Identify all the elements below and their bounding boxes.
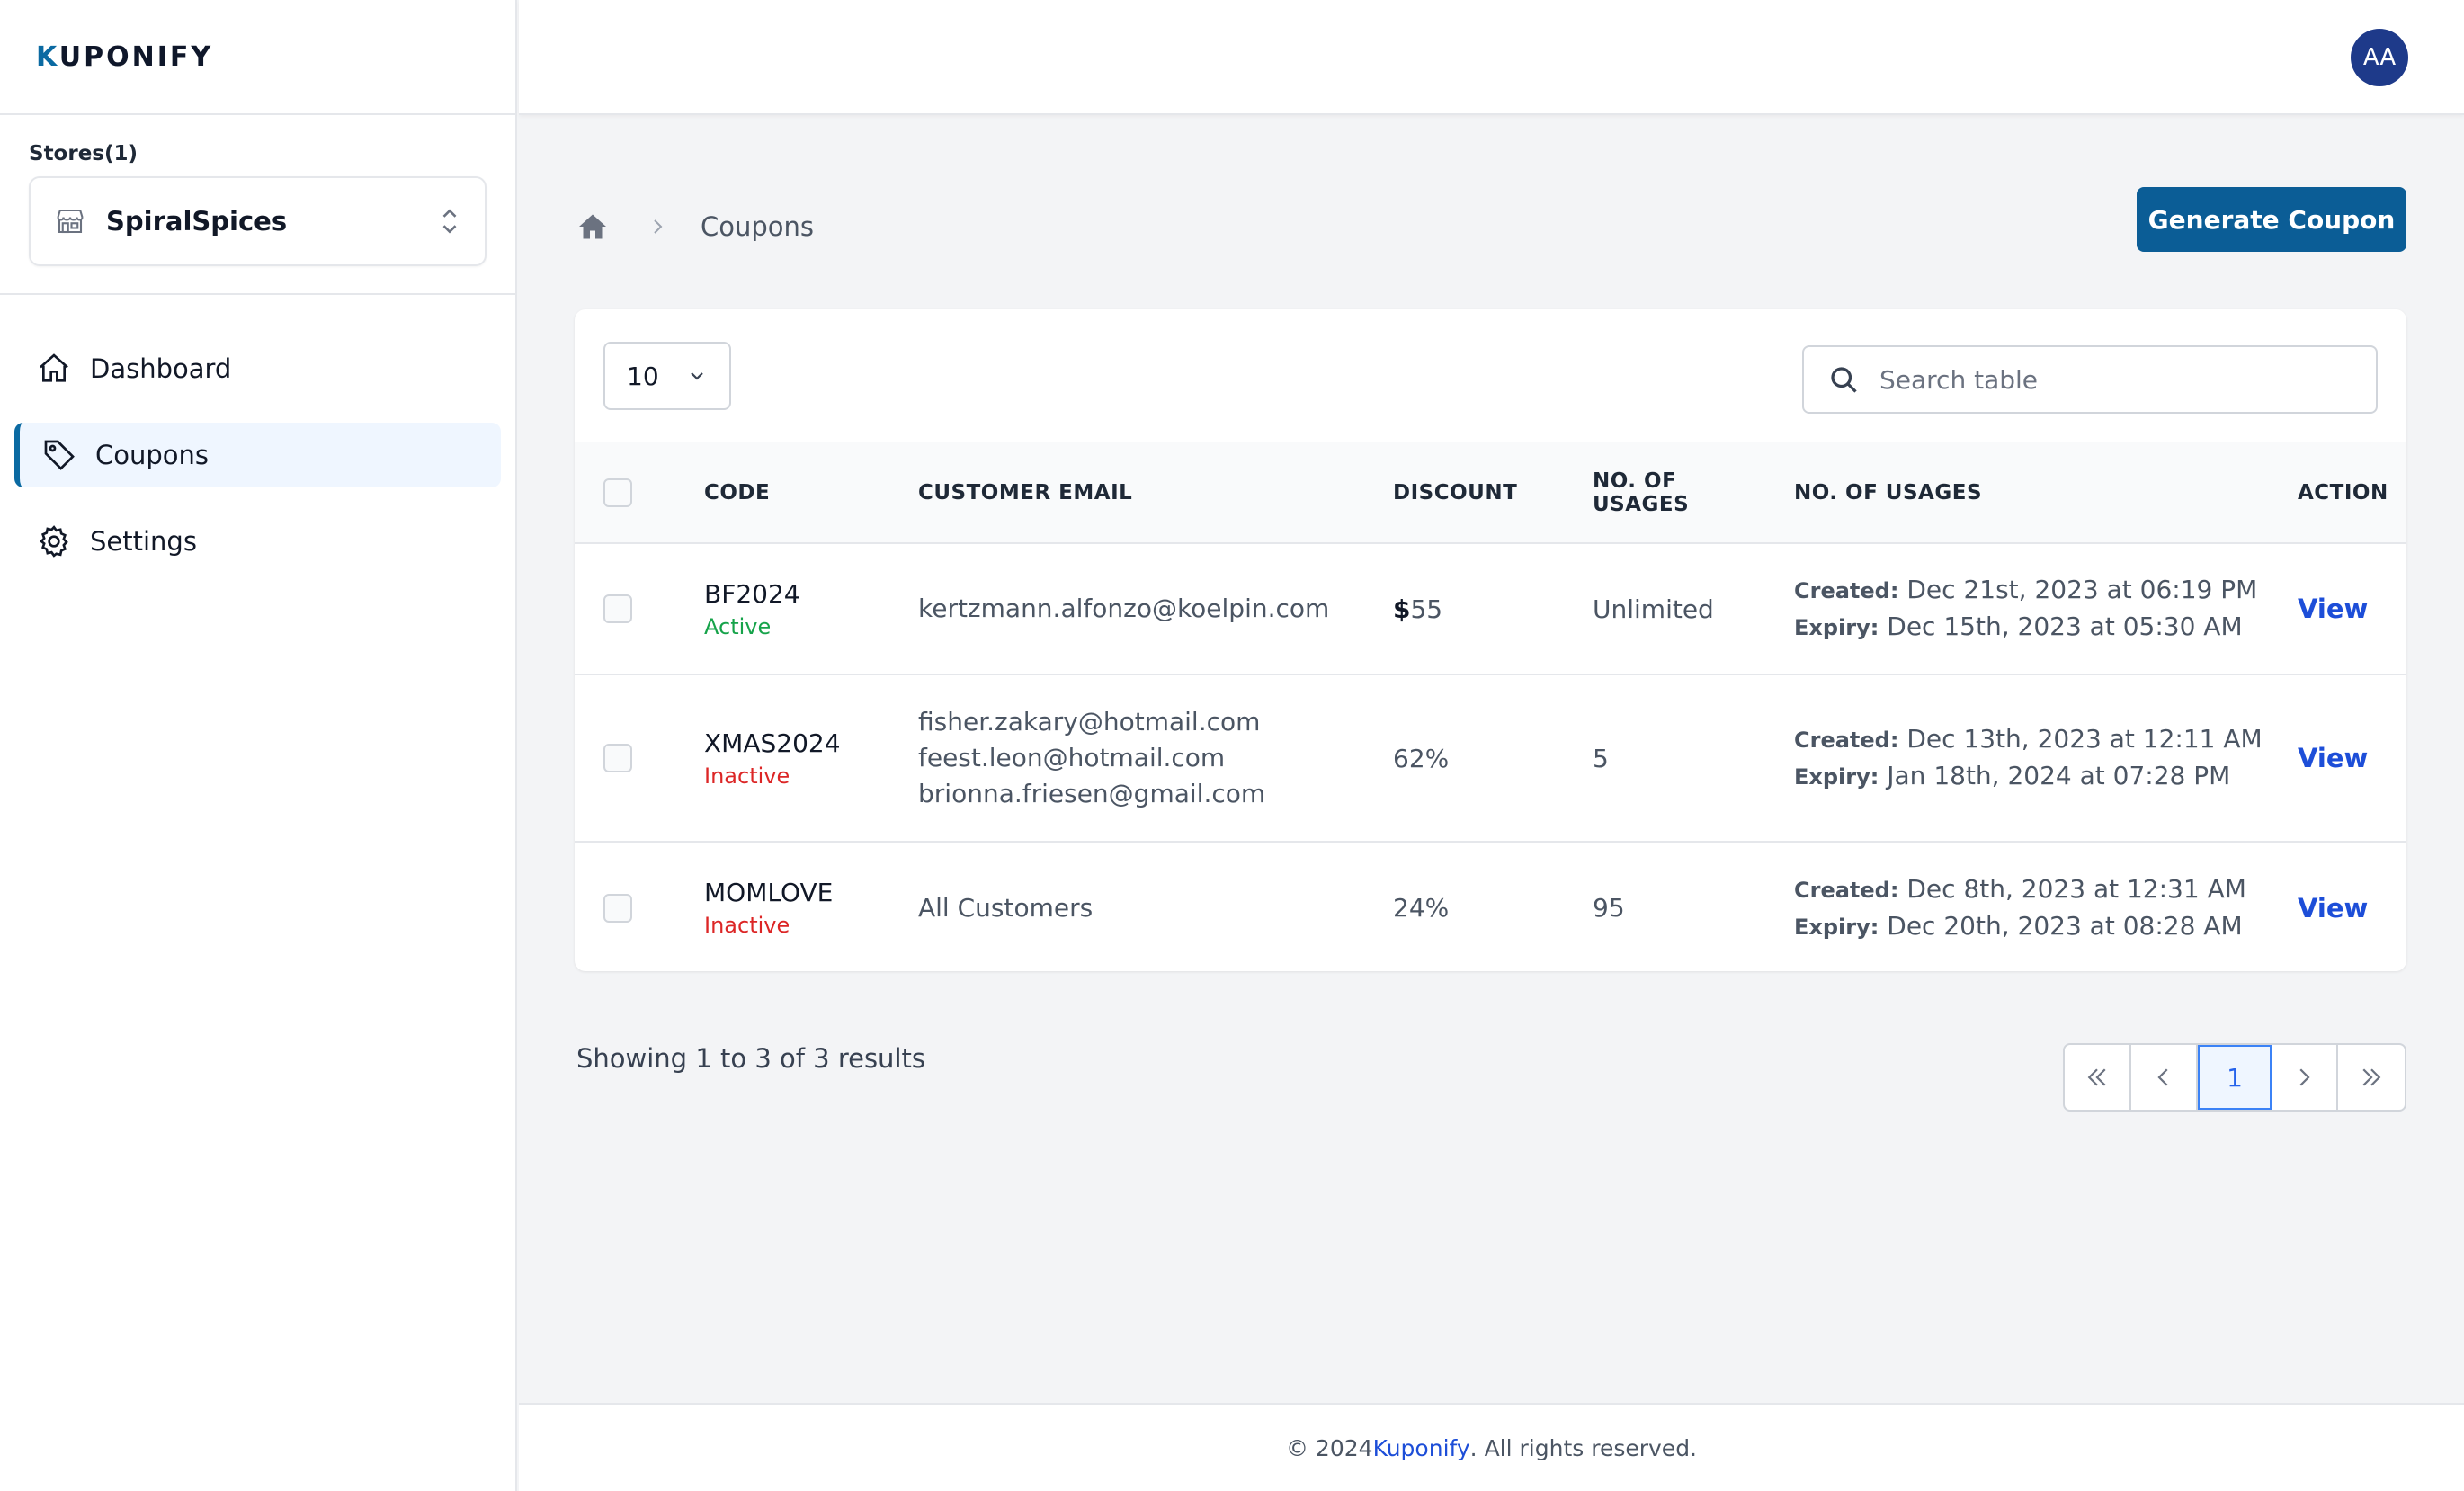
row-checkbox[interactable] (603, 893, 632, 923)
customer-email: kertzmann.alfonzo@koelpin.com (918, 594, 1330, 623)
chevron-left-icon (2157, 1068, 2168, 1086)
top-bar: AA (519, 0, 2464, 115)
expiry-date: Expiry: Jan 18th, 2024 at 07:28 PM (1794, 761, 2231, 790)
header-code[interactable]: CODE (704, 442, 918, 543)
coupon-code: BF2024 (704, 578, 800, 609)
next-page-button[interactable] (2272, 1045, 2338, 1110)
search-icon (1831, 367, 1857, 393)
view-link[interactable]: View (2298, 893, 2368, 924)
usage-count: 5 (1593, 743, 1609, 773)
chevron-right-icon (2299, 1068, 2310, 1086)
coupons-table: CODE CUSTOMER EMAIL DISCOUNT NO. OF USAGE… (575, 442, 2406, 971)
expiry-date: Expiry: Dec 20th, 2023 at 08:28 AM (1794, 910, 2243, 941)
chevron-down-icon (691, 372, 703, 380)
table-header-row: CODE CUSTOMER EMAIL DISCOUNT NO. OF USAGE… (575, 442, 2406, 543)
store-selector-section: Stores(1) SpiralSpices (0, 115, 515, 295)
customer-email: feest.leon@hotmail.com (918, 743, 1226, 772)
double-chevron-left-icon (2087, 1068, 2106, 1086)
gear-icon (40, 525, 68, 558)
view-link[interactable]: View (2298, 594, 2368, 624)
discount-value: 62% (1393, 743, 1450, 773)
customer-email: All Customers (918, 892, 1094, 923)
header-dates[interactable]: NO. OF USAGES (1794, 442, 2298, 543)
status-badge: Inactive (704, 913, 790, 938)
sidebar-item-settings[interactable]: Settings (14, 509, 501, 574)
usage-count: Unlimited (1593, 594, 1714, 624)
coupon-code: MOMLOVE (704, 878, 834, 907)
sidebar: KUPONIFY Stores(1) SpiralSpices Dashboar… (0, 0, 517, 1491)
select-all-checkbox[interactable] (603, 478, 632, 507)
results-summary: Showing 1 to 3 of 3 results (576, 1043, 925, 1074)
created-date: Created: Dec 8th, 2023 at 12:31 AM (1794, 873, 2246, 904)
store-select[interactable]: SpiralSpices (29, 176, 487, 266)
main-content: Coupons Generate Coupon 10 CODE CUSTOMER… (519, 117, 2464, 1403)
search-input[interactable] (1879, 364, 2347, 395)
first-page-button[interactable] (2065, 1045, 2131, 1110)
footer: © 2024 Kuponify. All rights reserved. (519, 1403, 2464, 1491)
status-badge: Inactive (704, 763, 790, 789)
footer-brand-link[interactable]: Kuponify (1373, 1435, 1470, 1461)
chevron-right-icon (654, 219, 663, 234)
created-date: Created: Dec 21st, 2023 at 06:19 PM (1794, 575, 2258, 604)
created-date: Created: Dec 13th, 2023 at 12:11 AM (1794, 724, 2263, 754)
sidebar-item-dashboard[interactable]: Dashboard (14, 336, 501, 401)
logo[interactable]: KUPONIFY (0, 0, 515, 115)
coupons-table-card: 10 CODE CUSTOMER EMAIL DISCOUNT NO. OFUS… (575, 309, 2406, 971)
row-checkbox[interactable] (603, 594, 632, 623)
usage-count: 95 (1593, 893, 1625, 923)
table-row: MOMLOVE Inactive All Customers 24% 95 Cre… (575, 842, 2406, 971)
header-action: ACTION (2298, 480, 2388, 504)
header-customer-email[interactable]: CUSTOMER EMAIL (918, 442, 1393, 543)
table-row: BF2024 Active kertzmann.alfonzo@koelpin.c… (575, 543, 2406, 674)
sidebar-item-label: Settings (90, 526, 197, 557)
page-button-current[interactable]: 1 (2198, 1045, 2272, 1110)
customer-email: brionna.friesen@gmail.com (918, 779, 1266, 808)
header-discount[interactable]: DISCOUNT (1393, 442, 1593, 543)
expiry-date: Expiry: Dec 15th, 2023 at 05:30 AM (1794, 612, 2243, 641)
per-page-value: 10 (627, 361, 659, 391)
customer-email: fisher.zakary@hotmail.com (918, 707, 1261, 737)
per-page-select[interactable]: 10 (603, 342, 731, 410)
chevron-up-down-icon (442, 209, 457, 234)
store-icon (57, 209, 84, 234)
home-icon[interactable] (576, 210, 609, 243)
discount-value: $55 (1393, 594, 1443, 624)
avatar[interactable]: AA (2351, 29, 2408, 86)
footer-suffix: . All rights reserved. (1469, 1434, 1698, 1461)
coupon-code: XMAS2024 (704, 728, 841, 758)
view-link[interactable]: View (2298, 743, 2368, 773)
sidebar-item-label: Coupons (95, 440, 210, 470)
stores-label: Stores(1) (29, 142, 138, 165)
breadcrumb: Coupons (576, 189, 814, 264)
discount-value: 24% (1393, 893, 1450, 923)
footer-prefix: © 2024 (1285, 1434, 1373, 1461)
sidebar-item-label: Dashboard (90, 353, 232, 384)
sidebar-nav: Dashboard Coupons Settings (0, 295, 515, 574)
double-chevron-right-icon (2362, 1068, 2381, 1086)
pagination: 1 (2063, 1043, 2406, 1112)
sidebar-item-coupons[interactable]: Coupons (14, 423, 501, 487)
prev-page-button[interactable] (2131, 1045, 2198, 1110)
store-name: SpiralSpices (106, 206, 288, 237)
search-box (1802, 345, 2378, 414)
header-usages[interactable]: NO. OF USAGES (1593, 442, 1794, 543)
home-icon (40, 353, 68, 382)
breadcrumb-current: Coupons (701, 211, 815, 242)
table-row: XMAS2024 Inactive fisher.zakary@hotmail.c… (575, 674, 2406, 842)
generate-coupon-button[interactable]: Generate Coupon (2137, 187, 2406, 252)
logo-text: KUPONIFY (36, 40, 214, 73)
tag-icon (44, 440, 75, 470)
status-badge: Active (704, 613, 772, 639)
last-page-button[interactable] (2338, 1045, 2405, 1110)
row-checkbox[interactable] (603, 744, 632, 772)
